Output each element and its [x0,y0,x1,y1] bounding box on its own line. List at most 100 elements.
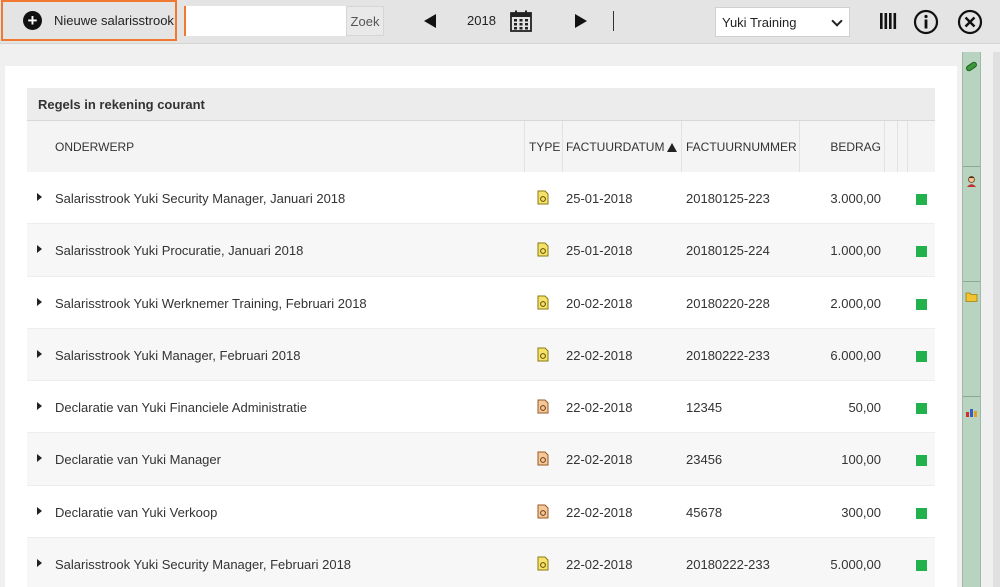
sort-ascending-icon [667,143,678,152]
status-indicator [916,194,927,205]
cell-subject[interactable]: Declaratie van Yuki Financiele Administr… [55,400,307,415]
cell-date: 22-02-2018 [566,347,633,363]
close-icon[interactable] [957,9,983,35]
column-divider [884,121,885,172]
salary-icon [537,242,549,257]
column-divider [897,121,898,172]
sidebar-person[interactable] [963,167,980,282]
cell-date: 20-02-2018 [566,295,633,311]
search-button[interactable]: Zoek [346,6,384,36]
salary-icon [537,190,549,205]
cell-number: 20180220-228 [686,295,770,311]
right-sidebar [962,52,981,587]
cell-amount: 50,00 [848,400,881,416]
expand-caret-icon[interactable] [37,559,42,568]
cell-amount: 1.000,00 [830,243,881,259]
table-row[interactable]: Salarisstrook Yuki Procuratie, Januari 2… [27,224,935,277]
table-row[interactable]: Salarisstrook Yuki Security Manager, Feb… [27,538,935,587]
sidebar-folder[interactable] [963,282,980,397]
table-row[interactable]: Salarisstrook Yuki Manager, Februari 201… [27,328,935,382]
folder-icon [965,292,978,302]
expense-icon [537,504,549,519]
cell-subject[interactable]: Salarisstrook Yuki Werknemer Training, F… [55,296,367,311]
status-indicator [916,403,927,415]
status-indicator [916,298,927,310]
table-header: ONDERWERP TYPE FACTUURDATUM FACTUURNUMME… [27,121,935,172]
table-row[interactable]: Declaratie van Yuki Verkoop 22-02-2018 456… [27,485,935,539]
cell-amount: 5.000,00 [830,557,881,573]
table-row[interactable]: Declaratie van Yuki Financiele Administr… [27,381,935,434]
header-date[interactable]: FACTUURDATUM [566,140,678,154]
expand-caret-icon[interactable] [37,297,42,306]
header-subject[interactable]: ONDERWERP [55,140,134,154]
cell-amount: 3.000,00 [830,191,881,206]
expand-caret-icon[interactable] [37,245,42,254]
company-select-value: Yuki Training [722,14,797,30]
sidebar-attachments[interactable] [963,52,980,167]
cell-amount: 2.000,00 [830,295,881,311]
expand-caret-icon[interactable] [37,193,42,201]
cell-amount: 6.000,00 [830,347,881,363]
transactions-table: ONDERWERP TYPE FACTUURDATUM FACTUURNUMME… [27,121,935,587]
status-indicator [916,507,927,519]
header-number[interactable]: FACTUURNUMMER [686,140,797,154]
cell-amount: 300,00 [841,504,881,520]
salary-icon [537,556,549,571]
header-date-label: FACTUURDATUM [566,140,665,154]
header-amount[interactable]: BEDRAG [830,140,881,154]
status-indicator [916,350,927,362]
cell-date: 25-01-2018 [566,243,633,259]
cell-subject[interactable]: Declaratie van Yuki Manager [55,452,221,467]
expense-icon [537,451,549,466]
cell-subject[interactable]: Salarisstrook Yuki Security Manager, Jan… [55,191,345,206]
status-indicator [916,246,927,258]
cell-date: 25-01-2018 [566,191,633,206]
column-divider [907,121,908,172]
cell-number: 20180125-223 [686,191,770,206]
sidebar-chart[interactable] [963,397,980,587]
table-row[interactable]: Salarisstrook Yuki Werknemer Training, F… [27,276,935,329]
expense-icon [537,399,549,414]
expand-caret-icon[interactable] [37,402,42,411]
salary-icon [537,295,549,310]
chevron-down-icon [831,15,843,27]
search-input[interactable] [184,6,346,36]
person-icon [967,176,976,187]
new-payslip-button[interactable]: + Nieuwe salarisstrook [1,0,177,41]
columns-icon[interactable] [879,12,897,30]
cell-amount: 100,00 [841,452,881,468]
cell-subject[interactable]: Salarisstrook Yuki Procuratie, Januari 2… [55,243,303,258]
expand-caret-icon[interactable] [37,506,42,515]
cell-number: 20180222-233 [686,557,770,573]
company-select[interactable]: Yuki Training [715,7,850,37]
toolbar: + Nieuwe salarisstrook Zoek 2018 Yuki Tr… [0,0,1000,44]
column-divider [681,121,682,172]
chart-icon [966,409,977,417]
scrollbar[interactable] [993,52,1000,587]
cell-date: 22-02-2018 [566,557,633,573]
expand-caret-icon[interactable] [37,454,42,463]
cell-subject[interactable]: Salarisstrook Yuki Security Manager, Feb… [55,557,351,572]
paperclip-icon [966,61,977,72]
status-indicator [916,455,927,467]
next-year-arrow-icon[interactable] [575,14,587,28]
table-row[interactable]: Salarisstrook Yuki Security Manager, Jan… [27,172,935,225]
plus-circle-icon: + [23,11,42,30]
cell-date: 22-02-2018 [566,400,633,416]
year-label: 2018 [467,13,496,28]
toolbar-divider [613,11,614,31]
cell-number: 45678 [686,504,723,520]
main-panel: Regels in rekening courant ONDERWERP TYP… [5,66,957,587]
cell-subject[interactable]: Declaratie van Yuki Verkoop [55,505,217,520]
calendar-icon[interactable] [510,10,532,32]
header-type[interactable]: TYPE [529,140,560,154]
info-icon[interactable] [913,9,939,35]
new-payslip-label: Nieuwe salarisstrook [54,13,174,28]
column-divider [799,121,800,172]
salary-icon [537,347,549,362]
cell-subject[interactable]: Salarisstrook Yuki Manager, Februari 201… [55,348,300,363]
previous-year-arrow-icon[interactable] [424,14,436,28]
expand-caret-icon[interactable] [37,349,42,358]
cell-number: 12345 [686,400,723,416]
table-row[interactable]: Declaratie van Yuki Manager 22-02-2018 234… [27,433,935,486]
